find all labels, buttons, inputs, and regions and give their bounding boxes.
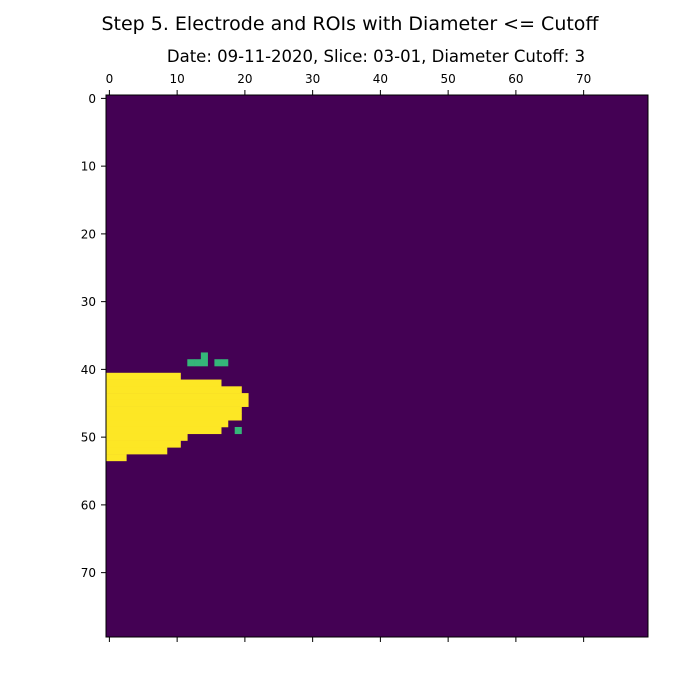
- y-tick-label: 20: [81, 227, 96, 241]
- x-axis-bottom: [108, 637, 585, 642]
- roi-cell: [200, 352, 208, 360]
- x-tick-label: 40: [373, 72, 388, 86]
- electrode-cell-row: [106, 413, 242, 421]
- x-tick-label: 0: [106, 72, 114, 86]
- y-tick-label: 0: [88, 92, 96, 106]
- electrode-cell-row: [106, 440, 181, 448]
- y-tick-label: 40: [81, 363, 96, 377]
- electrode-cell-row: [106, 406, 242, 414]
- figure: Step 5. Electrode and ROIs with Diameter…: [81, 13, 649, 642]
- y-axis: 0 10 20 30 40 50 60 70: [81, 92, 106, 580]
- y-tick-label: 60: [81, 498, 96, 512]
- heatmap-plot: [105, 94, 649, 638]
- roi-cell: [214, 359, 222, 367]
- y-tick-label: 50: [81, 431, 96, 445]
- x-tick-label: 70: [576, 72, 591, 86]
- electrode-cell-row: [106, 454, 127, 462]
- electrode-cell-row: [106, 433, 188, 441]
- electrode-cell-row: [106, 379, 222, 387]
- x-tick-label: 60: [508, 72, 523, 86]
- x-tick-label: 20: [237, 72, 252, 86]
- electrode-cell-row: [106, 447, 168, 455]
- roi-cell: [221, 359, 229, 367]
- electrode-cell-row: [106, 386, 242, 394]
- x-tick-label: 30: [305, 72, 320, 86]
- roi-cell: [234, 426, 242, 435]
- electrode-cell-row: [106, 420, 229, 428]
- electrode-cell-row: [106, 393, 249, 401]
- roi-cell: [194, 359, 202, 367]
- y-tick-label: 70: [81, 566, 96, 580]
- axes-title: Date: 09-11-2020, Slice: 03-01, Diameter…: [167, 47, 585, 66]
- y-tick-label: 30: [81, 295, 96, 309]
- x-tick-label: 10: [169, 72, 184, 86]
- x-axis-top: 0 10 20 30 40 50 60 70: [106, 72, 591, 95]
- figure-suptitle: Step 5. Electrode and ROIs with Diameter…: [101, 13, 599, 35]
- electrode-cell-row: [106, 399, 249, 407]
- y-tick-label: 10: [81, 160, 96, 174]
- roi-cell: [187, 359, 195, 367]
- electrode-cell-row: [106, 426, 222, 435]
- x-tick-label: 50: [440, 72, 455, 86]
- roi-cell: [200, 359, 208, 367]
- electrode-cell-row: [106, 372, 181, 380]
